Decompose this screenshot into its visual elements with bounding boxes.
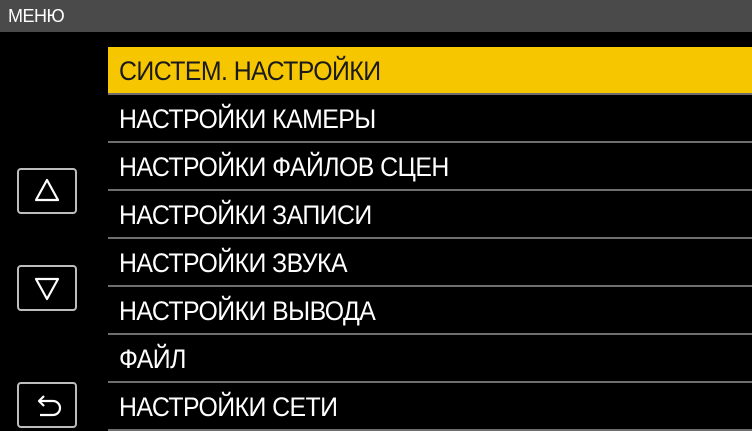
menu-item-audio-settings[interactable]: НАСТРОЙКИ ЗВУКА bbox=[108, 239, 752, 287]
triangle-up-icon bbox=[34, 178, 60, 202]
menu-title-bar: МЕНЮ bbox=[0, 0, 752, 32]
back-button[interactable] bbox=[17, 382, 77, 428]
menu-item-scene-file-settings[interactable]: НАСТРОЙКИ ФАЙЛОВ СЦЕН bbox=[108, 143, 752, 191]
menu-item-label: НАСТРОЙКИ ФАЙЛОВ СЦЕН bbox=[119, 152, 449, 182]
menu-item-label: НАСТРОЙКИ ЗАПИСИ bbox=[119, 200, 372, 230]
scroll-up-button[interactable] bbox=[17, 168, 77, 214]
menu-item-label: НАСТРОЙКИ КАМЕРЫ bbox=[119, 104, 376, 134]
menu-item-label: СИСТЕМ. НАСТРОЙКИ bbox=[119, 56, 381, 86]
menu-item-label: ФАЙЛ bbox=[119, 344, 186, 374]
scroll-down-button[interactable] bbox=[17, 265, 77, 311]
triangle-down-icon bbox=[34, 277, 60, 301]
return-arrow-icon bbox=[37, 395, 62, 417]
menu-item-label: НАСТРОЙКИ ВЫВОДА bbox=[119, 296, 376, 326]
menu-item-system-settings[interactable]: СИСТЕМ. НАСТРОЙКИ bbox=[108, 47, 752, 95]
menu-item-network-settings[interactable]: НАСТРОЙКИ СЕТИ bbox=[108, 383, 752, 431]
menu-item-output-settings[interactable]: НАСТРОЙКИ ВЫВОДА bbox=[108, 287, 752, 335]
menu-item-camera-settings[interactable]: НАСТРОЙКИ КАМЕРЫ bbox=[108, 95, 752, 143]
menu-item-file[interactable]: ФАЙЛ bbox=[108, 335, 752, 383]
menu-list: СИСТЕМ. НАСТРОЙКИ НАСТРОЙКИ КАМЕРЫ НАСТР… bbox=[108, 47, 752, 431]
menu-item-recording-settings[interactable]: НАСТРОЙКИ ЗАПИСИ bbox=[108, 191, 752, 239]
menu-item-label: НАСТРОЙКИ ЗВУКА bbox=[119, 248, 348, 278]
menu-title: МЕНЮ bbox=[8, 6, 65, 26]
menu-item-label: НАСТРОЙКИ СЕТИ bbox=[119, 392, 338, 422]
